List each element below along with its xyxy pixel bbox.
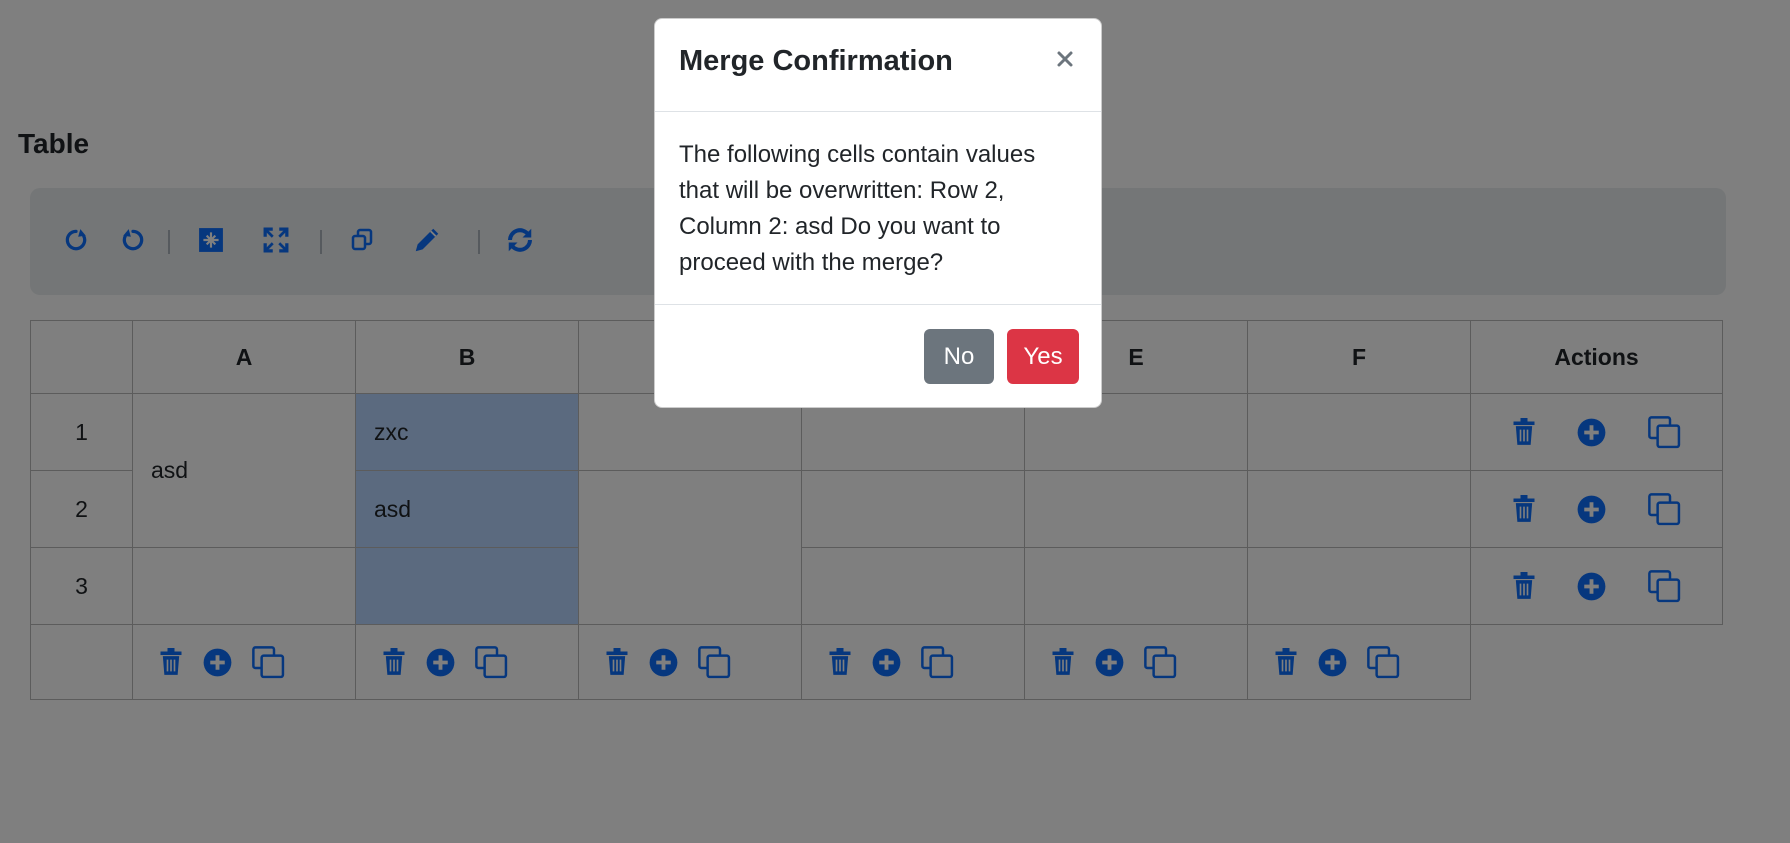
- modal-footer: No Yes: [655, 304, 1101, 408]
- no-button[interactable]: No: [924, 329, 994, 384]
- close-button[interactable]: [1053, 47, 1077, 71]
- close-icon: [1057, 51, 1073, 67]
- modal-title: Merge Confirmation: [679, 45, 953, 77]
- modal-message: The following cells contain values that …: [679, 141, 1036, 276]
- yes-button[interactable]: Yes: [1007, 329, 1079, 384]
- merge-confirmation-dialog: Merge Confirmation The following cells c…: [654, 18, 1102, 408]
- modal-header: Merge Confirmation: [655, 19, 1101, 112]
